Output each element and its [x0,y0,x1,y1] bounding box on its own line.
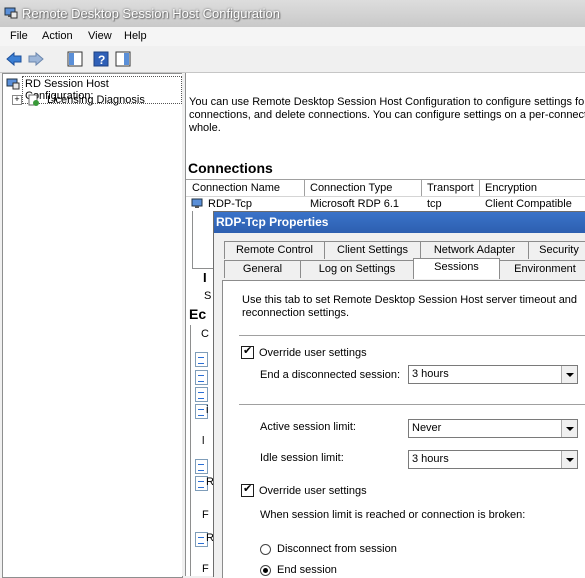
menu-help[interactable]: Help [124,30,147,42]
idle-session-limit-label: Idle session limit: [260,452,344,464]
description-text: You can use Remote Desktop Session Host … [189,96,585,135]
document-icon [195,352,208,367]
partial-text: S [204,290,212,302]
partial-heading: I [203,270,207,285]
licensing-diagnosis-icon [28,94,39,106]
description-line: You can use Remote Desktop Session Host … [189,96,585,108]
tab-network-adapter[interactable]: Network Adapter [420,241,529,259]
console-tree: RD Session Host Configuration: + Licensi… [2,73,183,578]
override-user-settings-label-2: Override user settings [259,485,367,497]
idle-session-limit-value: 3 hours [412,453,449,465]
partial-heading: Ec [189,306,207,322]
menu-action[interactable]: Action [42,30,73,42]
toolbar: ? [0,46,585,73]
connections-column-headers: Connection Name Connection Type Transpor… [186,179,585,197]
help-icon[interactable]: ? [92,50,110,68]
svg-text:?: ? [98,53,105,67]
partial-text: i [206,404,209,416]
end-disconnected-label: End a disconnected session: [260,369,401,381]
tab-sessions[interactable]: Sessions [413,258,500,279]
tab-general[interactable]: General [224,260,301,278]
column-connection-type[interactable]: Connection Type [310,182,392,194]
title-bar[interactable]: Remote Desktop Session Host Configuratio… [0,0,585,28]
document-icon [195,459,208,474]
partial-text: C [201,328,209,340]
intro-line-1: Use this tab to set Remote Desktop Sessi… [242,294,578,306]
disconnect-radio[interactable] [260,544,271,555]
override-user-settings-checkbox-2[interactable] [241,482,254,497]
idle-session-limit-dropdown[interactable]: 3 hours [408,450,578,469]
partial-text: F [202,509,209,521]
dialog-title: RDP-Tcp Properties [216,215,329,229]
tab-environment[interactable]: Environment [499,260,585,278]
dialog-title-bar[interactable]: RDP-Tcp Properties [214,212,585,233]
disconnect-radio-label: Disconnect from session [277,543,397,555]
description-line: connections, and delete connections. You… [189,109,585,121]
sessions-tab-panel: Use this tab to set Remote Desktop Sessi… [222,280,585,578]
back-arrow-icon[interactable] [5,50,23,68]
menu-bar: File Action View Help [0,27,585,46]
connections-heading: Connections [188,160,273,176]
window-title: Remote Desktop Session Host Configuratio… [22,6,280,21]
override-user-settings-checkbox-1[interactable] [241,344,254,359]
chevron-down-icon[interactable] [561,420,577,437]
row-connection-name: RDP-Tcp [208,198,253,210]
properties-dialog: RDP-Tcp Properties Remote Control Client… [213,211,585,578]
chevron-down-icon[interactable] [561,366,577,383]
partial-text: l [202,435,205,447]
description-line: whole. [189,122,221,134]
connection-icon [191,198,203,208]
show-hide-tree-icon[interactable] [66,50,84,68]
tab-remote-control[interactable]: Remote Control [224,241,325,259]
app-icon [4,7,18,19]
document-icon [195,387,208,402]
tree-item-licensing[interactable]: Licensing Diagnosis [47,94,145,106]
tab-client-settings[interactable]: Client Settings [324,241,421,259]
menu-file[interactable]: File [10,30,28,42]
row-connection-type: Microsoft RDP 6.1 [310,198,400,210]
column-connection-name[interactable]: Connection Name [192,182,280,194]
tab-security[interactable]: Security [528,241,585,259]
column-transport[interactable]: Transport [427,182,474,194]
end-session-radio[interactable] [260,565,271,576]
document-icon [195,370,208,385]
show-hide-action-pane-icon[interactable] [114,50,132,68]
active-session-limit-dropdown[interactable]: Never [408,419,578,438]
active-session-limit-label: Active session limit: [260,421,356,433]
override-user-settings-label-1: Override user settings [259,347,367,359]
expand-plus-icon[interactable]: + [12,95,22,105]
end-session-radio-label: End session [277,564,337,576]
limit-reached-label: When session limit is reached or connect… [260,509,526,521]
menu-view[interactable]: View [88,30,112,42]
forward-arrow-icon[interactable] [27,50,45,68]
partial-text: F [202,563,209,575]
intro-line-2: reconnection settings. [242,307,350,319]
end-disconnected-dropdown[interactable]: 3 hours [408,365,578,384]
active-session-limit-value: Never [412,422,442,434]
end-disconnected-value: 3 hours [412,368,449,380]
tab-logon-settings[interactable]: Log on Settings [300,260,414,278]
row-encryption: Client Compatible [485,198,572,210]
chevron-down-icon[interactable] [561,451,577,468]
column-encryption[interactable]: Encryption [485,182,537,194]
row-transport: tcp [427,198,442,210]
rd-session-host-icon [6,78,20,90]
